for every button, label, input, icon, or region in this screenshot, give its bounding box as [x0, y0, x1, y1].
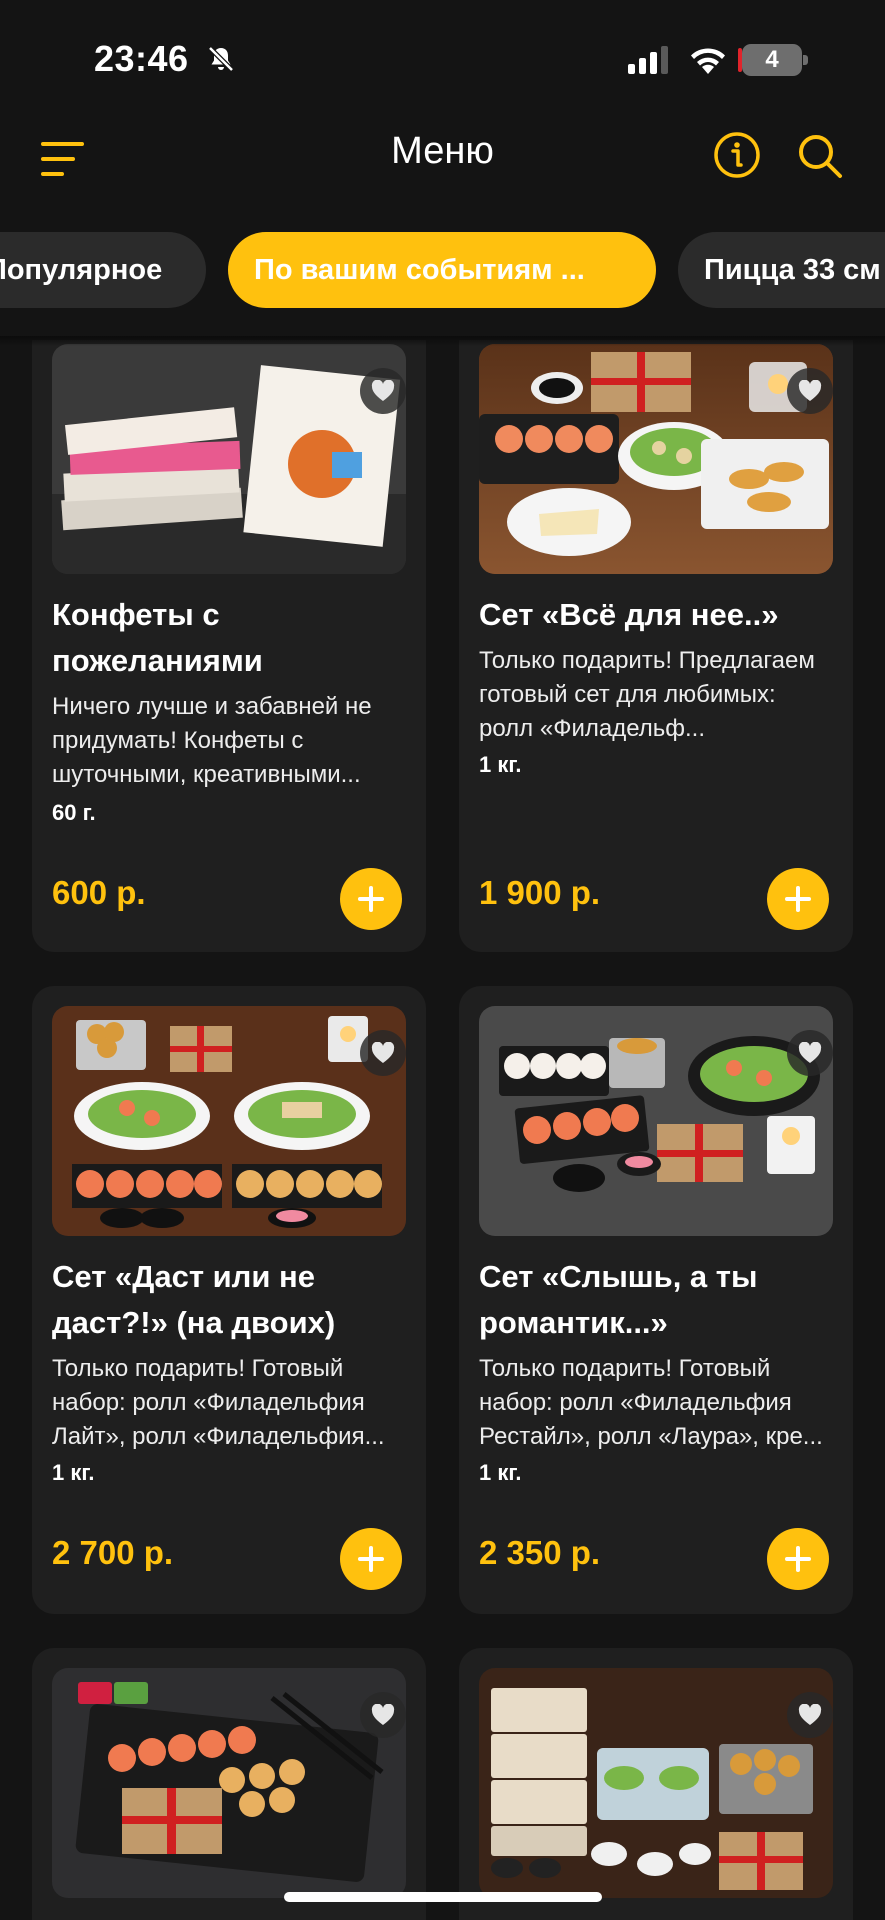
tab-popular[interactable]: Популярное	[0, 232, 206, 308]
status-time: 23:46	[94, 38, 189, 79]
heart-icon	[371, 1704, 395, 1725]
heart-icon	[798, 1042, 822, 1063]
product-description: Только подарить! Готовый набор: ролл «Фи…	[479, 1355, 823, 1450]
product-description: Только подарить! Предлагаем готовый сет …	[479, 647, 815, 742]
heart-icon	[798, 380, 822, 401]
product-name: Сет «Всё для нее..»	[479, 597, 779, 632]
heart-icon	[371, 1042, 395, 1063]
tabs-divider	[0, 336, 885, 346]
product-weight: 1 кг.	[479, 1460, 522, 1485]
product-image	[479, 1668, 833, 1898]
favorite-button[interactable]	[360, 1030, 406, 1076]
product-image	[52, 1668, 406, 1898]
header: Меню	[0, 110, 885, 230]
favorite-button[interactable]	[787, 1030, 833, 1076]
favorite-button[interactable]	[787, 1692, 833, 1738]
product-image	[479, 344, 833, 574]
product-image	[52, 344, 406, 574]
battery-icon: 4	[738, 44, 808, 76]
product-card[interactable]: Сет «Всё для нее..» Только подарить! Пре…	[459, 340, 853, 952]
product-price: 2 700 р.	[52, 1534, 174, 1571]
product-name: Конфеты с пожеланиями	[52, 597, 263, 678]
product-price: 2 350 р.	[479, 1534, 601, 1571]
product-weight: 60 г.	[52, 800, 96, 825]
add-to-cart-button[interactable]	[767, 868, 829, 930]
product-grid: Конфеты с пожеланиями Ничего лучше и заб…	[0, 340, 885, 1920]
add-to-cart-button[interactable]	[340, 1528, 402, 1590]
favorite-button[interactable]	[360, 368, 406, 414]
product-weight: 1 кг.	[52, 1460, 95, 1485]
search-icon[interactable]	[796, 132, 844, 180]
category-tabs: Популярное По вашим событиям ... Пицца 3…	[0, 232, 885, 312]
product-description: Ничего лучше и забавней не придумать! Ко…	[52, 693, 372, 788]
product-card[interactable]: Конфеты с пожеланиями Ничего лучше и заб…	[32, 340, 426, 952]
battery-level: 4	[765, 46, 779, 73]
status-bar: 23:46 4	[0, 0, 885, 110]
heart-icon	[798, 1704, 822, 1725]
product-card[interactable]	[32, 1648, 426, 1920]
product-image	[479, 1006, 833, 1236]
home-indicator[interactable]	[284, 1892, 602, 1902]
product-card[interactable]: Сет «Слышь, а ты романтик...» Только под…	[459, 986, 853, 1614]
favorite-button[interactable]	[360, 1692, 406, 1738]
add-to-cart-button[interactable]	[767, 1528, 829, 1590]
product-card[interactable]: Сет «Даст или не даст?!» (на двоих) Толь…	[32, 986, 426, 1614]
bell-slash-icon	[208, 46, 234, 72]
product-description: Только подарить! Готовый набор: ролл «Фи…	[52, 1355, 385, 1450]
add-to-cart-button[interactable]	[340, 868, 402, 930]
product-name: Сет «Слышь, а ты романтик...»	[479, 1259, 758, 1340]
product-weight: 1 кг.	[479, 752, 522, 777]
tab-events[interactable]: По вашим событиям ...	[228, 232, 656, 308]
favorite-button[interactable]	[787, 368, 833, 414]
product-image	[52, 1006, 406, 1236]
cellular-signal-icon	[628, 46, 668, 74]
product-name: Сет «Даст или не даст?!» (на двоих)	[52, 1259, 336, 1340]
tab-pizza[interactable]: Пицца 33 см	[678, 232, 885, 308]
product-price: 600 р.	[52, 874, 146, 911]
product-card[interactable]	[459, 1648, 853, 1920]
product-price: 1 900 р.	[479, 874, 601, 911]
heart-icon	[371, 380, 395, 401]
wifi-icon	[691, 48, 725, 74]
info-icon[interactable]	[712, 130, 762, 180]
